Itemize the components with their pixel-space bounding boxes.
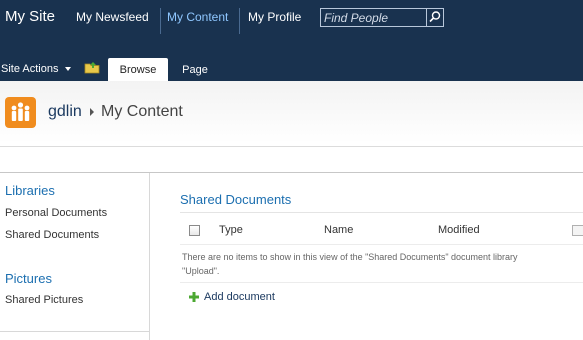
title-area: gdlin My Content: [0, 81, 583, 143]
nav-link-my-profile[interactable]: My Profile: [248, 10, 301, 24]
column-header-modified[interactable]: Modified: [438, 224, 480, 236]
column-header-name[interactable]: Name: [324, 224, 353, 236]
empty-list-message: There are no items to show in this view …: [182, 250, 583, 278]
quick-launch-item-shared-pictures[interactable]: Shared Pictures: [5, 294, 83, 306]
quick-launch-heading-libraries[interactable]: Libraries: [5, 183, 55, 198]
quick-launch-item-shared-documents[interactable]: Shared Documents: [5, 229, 99, 241]
empty-message-line: "Upload".: [182, 266, 220, 276]
my-site-logo-icon[interactable]: [5, 97, 36, 128]
quick-launch-item-personal-documents[interactable]: Personal Documents: [5, 207, 107, 219]
column-header-type[interactable]: Type: [219, 224, 243, 236]
quick-launch-heading-pictures[interactable]: Pictures: [5, 271, 52, 286]
quick-launch: Libraries Personal Documents Shared Docu…: [0, 173, 150, 340]
select-all-checkbox[interactable]: [189, 225, 200, 236]
divider: [0, 146, 583, 147]
divider: [180, 212, 583, 213]
top-bar: My Site My Newsfeed My Content My Profil…: [0, 0, 583, 52]
ribbon-row: Site Actions Browse Page: [0, 52, 583, 81]
breadcrumb-arrow-icon: [90, 108, 94, 116]
people-search-box: [320, 8, 444, 27]
search-icon: [429, 11, 441, 23]
page-title: My Content: [101, 103, 183, 120]
site-actions-menu[interactable]: Site Actions: [1, 63, 58, 75]
add-icon[interactable]: [189, 292, 199, 302]
breadcrumb-user-link[interactable]: gdlin: [48, 103, 82, 121]
divider: [0, 331, 149, 332]
chevron-down-icon: [65, 67, 71, 71]
nav-link-my-content[interactable]: My Content: [167, 10, 228, 24]
divider: [180, 282, 583, 283]
nav-separator: [160, 8, 161, 34]
search-button[interactable]: [426, 9, 443, 26]
navigate-up-icon[interactable]: [84, 61, 100, 74]
empty-message-line: There are no items to show in this view …: [182, 252, 518, 262]
divider: [180, 244, 583, 245]
tab-page[interactable]: Page: [174, 58, 216, 81]
web-part-title[interactable]: Shared Documents: [180, 192, 291, 207]
site-title[interactable]: My Site: [5, 8, 55, 25]
column-checkbox[interactable]: [572, 225, 583, 236]
nav-link-my-newsfeed[interactable]: My Newsfeed: [76, 10, 149, 24]
tab-browse[interactable]: Browse: [108, 58, 168, 81]
nav-separator: [239, 8, 240, 34]
add-document-link[interactable]: Add document: [204, 291, 275, 303]
people-search-input[interactable]: [321, 9, 428, 26]
